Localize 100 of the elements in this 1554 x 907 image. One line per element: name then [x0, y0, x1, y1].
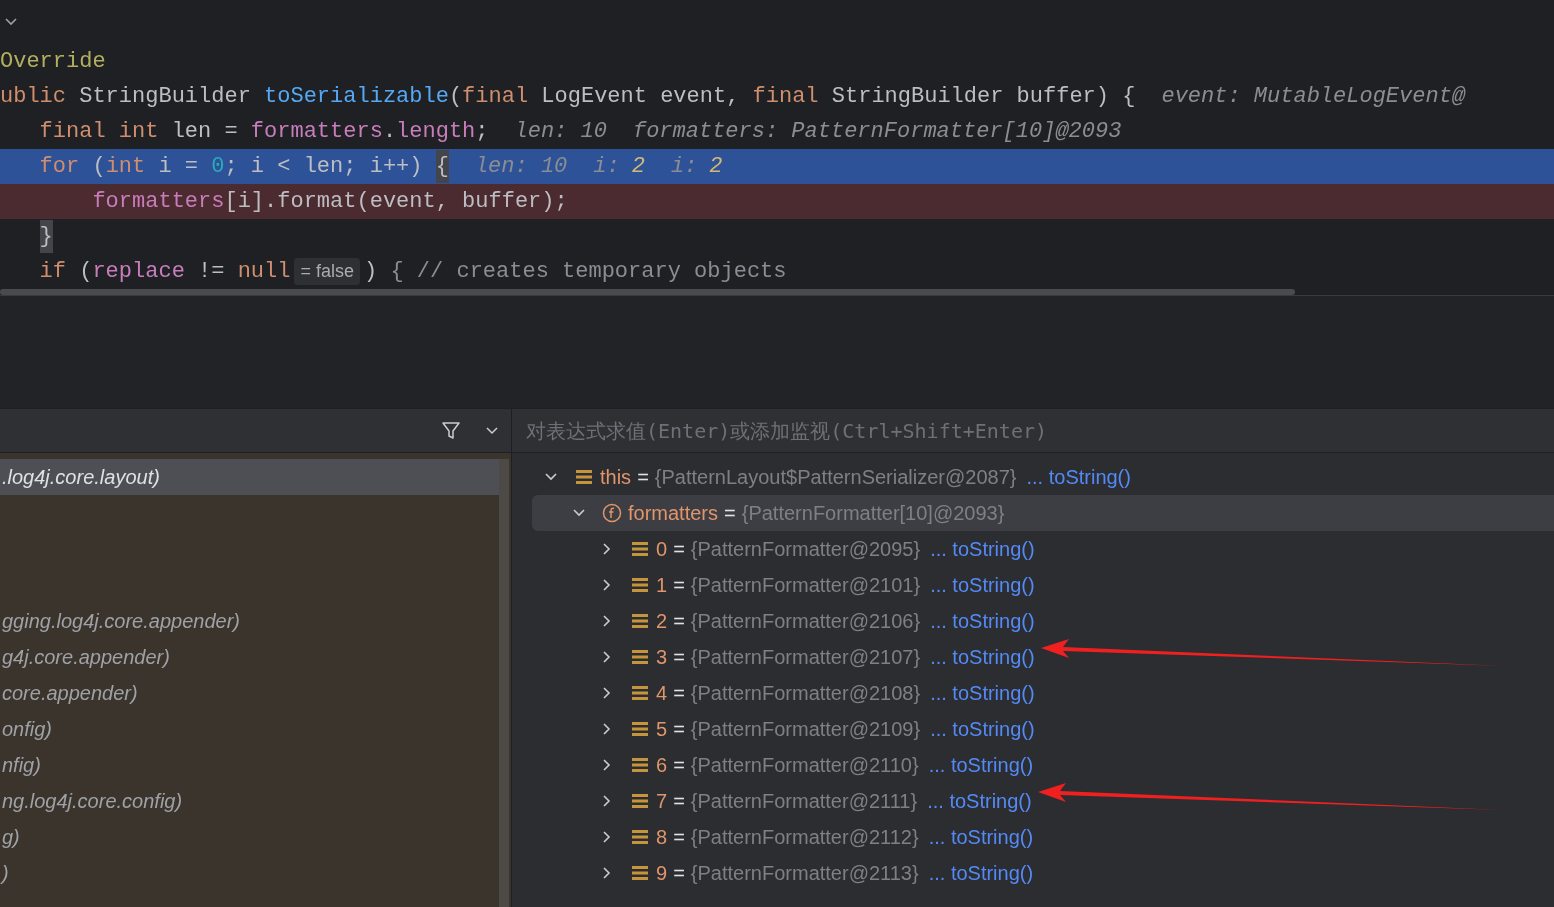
variable-name: 3	[656, 645, 668, 670]
stack-frame[interactable]: ng.log4j.core.config)	[0, 783, 499, 819]
code-token: }	[39, 220, 53, 253]
stack-frame[interactable]: )	[0, 855, 499, 891]
code-token: StringBuilder buffer) {	[830, 83, 1136, 111]
to-string-link[interactable]: ... toString()	[930, 678, 1035, 708]
variable-name: 2	[656, 609, 668, 634]
to-string-link[interactable]: ... toString()	[930, 642, 1035, 672]
code-token: i =	[157, 153, 200, 181]
stack-frame[interactable]: onfig)	[0, 711, 499, 747]
vertical-scrollbar[interactable]	[499, 459, 509, 907]
variable-row[interactable]: this = {PatternLayout$PatternSerializer@2087} ... toString()	[532, 459, 1554, 495]
variable-name: 6	[656, 753, 668, 778]
to-string-link[interactable]: ... toString()	[930, 606, 1035, 636]
code-token: formatters	[92, 188, 225, 216]
variable-row[interactable]: 6 = {PatternFormatter@2110} ... toString()	[532, 747, 1554, 783]
variable-row[interactable]: 4 = {PatternFormatter@2108} ... toString()	[532, 675, 1554, 711]
to-string-link[interactable]: ... toString()	[930, 714, 1035, 744]
code-token: (	[78, 258, 93, 286]
code-token: !=	[197, 258, 226, 286]
stack-frame[interactable]: core.appender)	[0, 675, 499, 711]
list-icon	[630, 827, 650, 847]
code-token: for	[39, 153, 80, 181]
variable-row[interactable]: 7 = {PatternFormatter@2111} ... toString()	[532, 783, 1554, 819]
stack-frame[interactable]: g)	[0, 819, 499, 855]
code-token: { // creates temporary objects	[390, 258, 787, 286]
equals-sign: =	[724, 501, 736, 526]
variable-row[interactable]: 5 = {PatternFormatter@2109} ... toString()	[532, 711, 1554, 747]
expression-field[interactable]: 对表达式求值(Enter)或添加监视(Ctrl+Shift+Enter)	[512, 409, 1554, 452]
variable-row[interactable]: 8 = {PatternFormatter@2112} ... toString()	[532, 819, 1554, 855]
inline-hint: 2	[631, 153, 645, 181]
code-token: null	[237, 258, 291, 286]
stack-frame[interactable]: g4j.core.appender)	[0, 639, 499, 675]
variable-row[interactable]: 9 = {PatternFormatter@2113} ... toString()	[532, 855, 1554, 891]
list-icon	[630, 683, 650, 703]
inline-hint: 2	[709, 153, 723, 181]
variable-value: {PatternFormatter@2101}	[690, 573, 921, 598]
list-icon	[630, 719, 650, 739]
to-string-link[interactable]: ... toString()	[930, 570, 1035, 600]
chevron-down-icon[interactable]	[485, 425, 499, 436]
variable-name: 1	[656, 573, 668, 598]
to-string-link[interactable]: ... toString()	[928, 750, 1034, 780]
code-token: length	[396, 118, 476, 146]
inline-hint: i:	[593, 153, 620, 181]
list-icon	[630, 647, 650, 667]
code-token: LogEvent event,	[540, 83, 741, 111]
inline-hint: event: MutableLogEvent@	[1161, 83, 1466, 111]
code-token: final	[752, 83, 819, 111]
code-token: int	[105, 153, 146, 181]
variable-row[interactable]: 1 = {PatternFormatter@2101} ... toString()	[532, 567, 1554, 603]
variable-name: formatters	[628, 501, 719, 526]
variable-value: {PatternFormatter@2095}	[690, 537, 921, 562]
to-string-link[interactable]: ... toString()	[1026, 462, 1131, 492]
inline-hint: formatters: PatternFormatter[10]@2093	[632, 118, 1122, 146]
to-string-link[interactable]: ... toString()	[928, 858, 1034, 888]
code-token: final	[462, 83, 529, 111]
code-token: [i].format(event, buffer);	[224, 188, 568, 216]
chevron-down-icon[interactable]	[4, 17, 18, 27]
equals-sign: =	[673, 645, 685, 670]
variable-value: {PatternFormatter@2108}	[690, 681, 921, 706]
filter-icon[interactable]	[441, 420, 461, 441]
to-string-link[interactable]: ... toString()	[930, 534, 1035, 564]
code-token: (	[91, 153, 106, 181]
list-icon	[630, 863, 650, 883]
inline-hint: len: 10	[514, 118, 607, 146]
to-string-link[interactable]: ... toString()	[928, 822, 1034, 852]
code-token: )	[364, 258, 378, 286]
variable-name: 7	[656, 789, 668, 814]
variable-value: {PatternFormatter@2111}	[690, 789, 918, 814]
variable-name: 4	[656, 681, 668, 706]
variable-name: 5	[656, 717, 668, 742]
code-token: final	[39, 118, 106, 146]
variable-value: {PatternFormatter[10]@2093}	[741, 501, 1005, 526]
code-token: (	[448, 83, 463, 111]
to-string-link[interactable]: ... toString()	[927, 786, 1032, 816]
variable-name: 9	[656, 861, 668, 886]
stack-frame[interactable]: .log4j.core.layout)	[0, 459, 499, 495]
stack-frame[interactable]: nfig)	[0, 747, 499, 783]
inline-hint: i:	[670, 153, 698, 181]
variable-value: {PatternFormatter@2107}	[690, 645, 921, 670]
code-token: ; i < len; i++)	[224, 153, 424, 181]
equals-sign: =	[673, 789, 685, 814]
code-token: toSerializable	[264, 83, 449, 111]
code-token: {	[435, 150, 449, 183]
equals-sign: =	[673, 681, 685, 706]
code-token: ;	[475, 118, 489, 146]
horizontal-scrollbar[interactable]	[0, 289, 1295, 295]
equals-sign: =	[673, 825, 685, 850]
variable-value: {PatternFormatter@2109}	[690, 717, 921, 742]
equals-sign: =	[673, 537, 685, 562]
variable-row[interactable]: 2 = {PatternFormatter@2106} ... toString()	[532, 603, 1554, 639]
variable-row[interactable]: formatters = {PatternFormatter[10]@2093}	[532, 495, 1554, 531]
stack-frame[interactable]: gging.log4j.core.appender)	[0, 603, 499, 639]
code-token: replace	[92, 258, 185, 286]
variable-row[interactable]: 0 = {PatternFormatter@2095} ... toString()	[532, 531, 1554, 567]
list-icon	[630, 791, 650, 811]
variable-value: {PatternFormatter@2113}	[690, 861, 919, 886]
equals-sign: =	[673, 573, 685, 598]
variable-row[interactable]: 3 = {PatternFormatter@2107} ... toString()	[532, 639, 1554, 675]
code-token: len =	[170, 118, 239, 146]
